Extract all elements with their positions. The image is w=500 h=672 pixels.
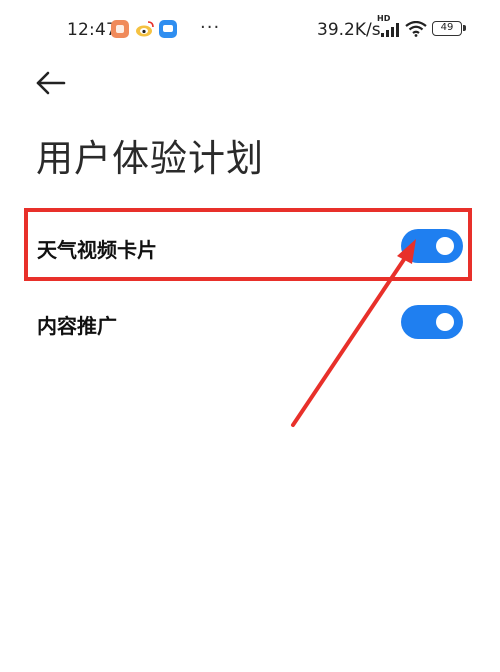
back-button[interactable]: [34, 68, 68, 98]
content-promotion-toggle[interactable]: [401, 305, 463, 339]
screen: 12:47 ··· 39.2K/s HD 49 用户体验计划 天气视频卡片 内容…: [0, 0, 500, 672]
battery-icon: 49: [432, 21, 466, 36]
status-more-indicator: ···: [200, 17, 221, 38]
setting-label: 内容推广: [37, 314, 117, 338]
setting-row-weather-video-card[interactable]: 天气视频卡片: [0, 212, 500, 282]
setting-label: 天气视频卡片: [37, 238, 157, 262]
status-time: 12:47: [67, 20, 117, 40]
signal-icon: [381, 22, 399, 41]
wifi-icon: [405, 20, 427, 41]
weibo-app-icon: [135, 20, 154, 38]
chat-app-icon: [159, 20, 177, 38]
page-title: 用户体验计划: [36, 137, 264, 180]
arrow-left-icon: [36, 71, 66, 95]
network-speed: 39.2K/s: [317, 20, 381, 40]
setting-row-content-promotion[interactable]: 内容推广: [0, 288, 500, 358]
weather-video-card-toggle[interactable]: [401, 229, 463, 263]
status-bar: 12:47 ··· 39.2K/s HD 49: [0, 0, 500, 60]
toggle-knob: [436, 237, 454, 255]
toggle-knob: [436, 313, 454, 331]
xiaohongshu-app-icon: [111, 20, 129, 38]
